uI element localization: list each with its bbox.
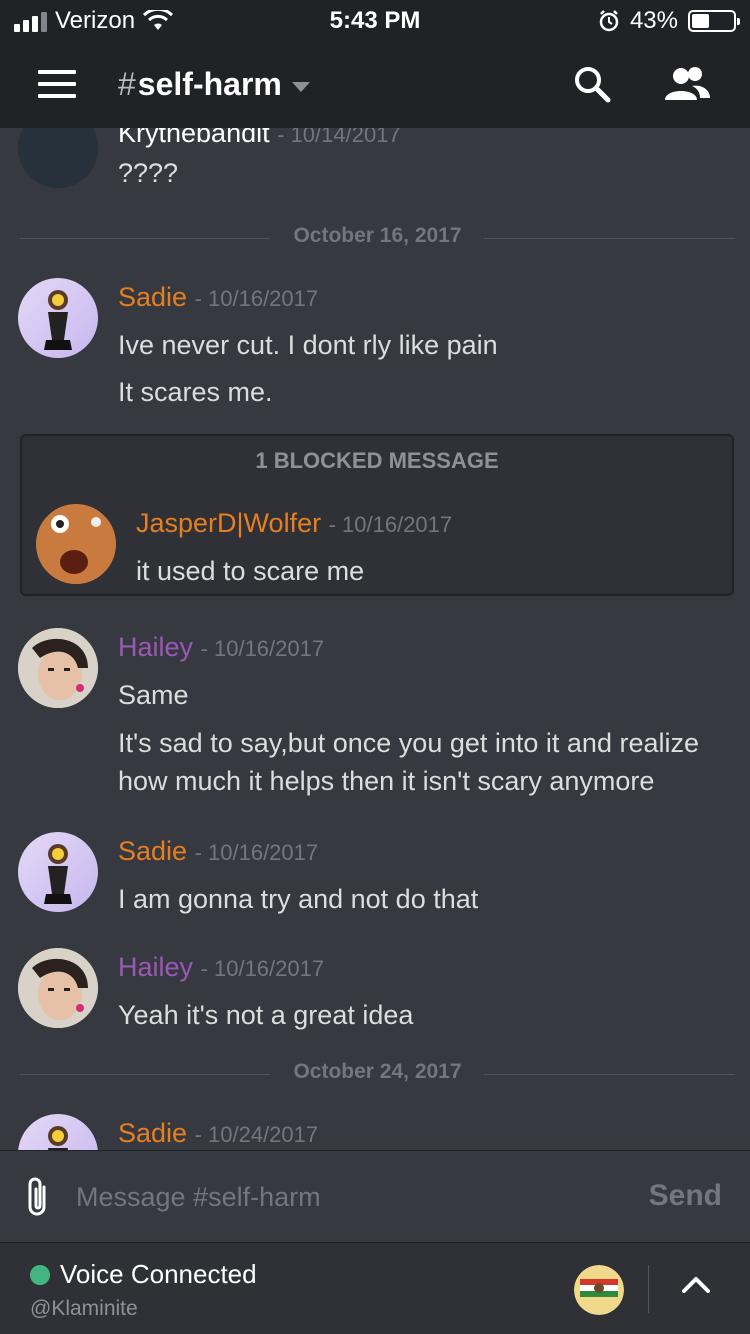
username[interactable]: Hailey - 10/16/2017 [118, 632, 324, 663]
date-label: October 24, 2017 [293, 1060, 462, 1083]
message-input[interactable] [76, 1175, 616, 1219]
message-text: It scares me. [118, 377, 273, 407]
search-icon[interactable] [572, 64, 612, 104]
avatar[interactable] [18, 948, 98, 1028]
username[interactable]: Hailey - 10/16/2017 [118, 952, 324, 983]
channel-header: # self-harm [0, 42, 750, 128]
username-text: Sadie [118, 836, 188, 866]
timestamp: - 10/16/2017 [328, 512, 453, 537]
message-text: it used to scare me [136, 556, 365, 586]
username[interactable]: Sadie - 10/24/2017 [118, 1118, 318, 1149]
menu-icon[interactable] [38, 70, 76, 98]
date-divider: October 16, 2017 [20, 224, 735, 254]
voice-status-bar[interactable]: Voice Connected @Klaminite [0, 1242, 750, 1334]
username-text: Sadie [118, 282, 188, 312]
chevron-up-icon[interactable] [680, 1273, 712, 1297]
username-text: Hailey [118, 632, 194, 662]
date-divider: October 24, 2017 [20, 1060, 735, 1090]
blocked-message-group[interactable]: 1 BLOCKED MESSAGE JasperD|Wolfer - 10/16… [20, 434, 734, 596]
message-list[interactable]: Krythebandit - 10/14/2017 ???? October 1… [0, 128, 750, 1150]
message-text: It's sad to say,but once you get into it… [118, 728, 700, 758]
attachment-icon[interactable] [22, 1175, 54, 1219]
timestamp: - 10/14/2017 [277, 128, 401, 147]
message-composer: Send [0, 1150, 750, 1242]
avatar[interactable] [18, 1114, 98, 1150]
timestamp: - 10/16/2017 [200, 636, 325, 661]
timestamp: - 10/16/2017 [194, 286, 319, 311]
message-text: ???? [118, 158, 179, 188]
blocked-title[interactable]: 1 BLOCKED MESSAGE [22, 448, 732, 474]
chevron-down-icon [291, 81, 310, 92]
message-text: I am gonna try and not do that [118, 884, 479, 914]
avatar[interactable] [18, 832, 98, 912]
username-text: Sadie [118, 1118, 188, 1148]
message-text: how much it helps then it isn't scary an… [118, 766, 655, 796]
message-text: Ive never cut. I dont rly like pain [118, 330, 498, 360]
members-icon[interactable] [662, 64, 712, 104]
divider [648, 1265, 649, 1313]
username-text: Krythebandit [118, 128, 270, 148]
voice-status: Voice Connected [60, 1259, 257, 1289]
battery-icon [688, 10, 740, 32]
avatar[interactable] [18, 128, 98, 188]
avatar[interactable] [18, 628, 98, 708]
avatar[interactable] [18, 278, 98, 358]
username-text: JasperD|Wolfer [136, 508, 322, 538]
avatar[interactable] [36, 504, 116, 584]
username-text: Hailey [118, 952, 194, 982]
voice-channel: @Klaminite [30, 1297, 138, 1320]
username[interactable]: JasperD|Wolfer - 10/16/2017 [136, 508, 452, 539]
timestamp: - 10/16/2017 [194, 840, 319, 865]
timestamp: - 10/24/2017 [194, 1122, 319, 1147]
channel-hash: # [118, 66, 136, 102]
username[interactable]: Krythebandit - 10/14/2017 [118, 128, 401, 149]
username[interactable]: Sadie - 10/16/2017 [118, 282, 318, 313]
username[interactable]: Sadie - 10/16/2017 [118, 836, 318, 867]
message-text: Yeah it's not a great idea [118, 1000, 414, 1030]
status-bar: Verizon 5:43 PM 43% [0, 0, 750, 42]
voice-connected-dot [30, 1265, 50, 1285]
alarm-icon [599, 10, 619, 32]
battery-percent: 43% [629, 7, 678, 34]
avatar[interactable] [574, 1265, 624, 1315]
send-button[interactable]: Send [649, 1179, 722, 1213]
date-label: October 16, 2017 [293, 224, 462, 247]
channel-title[interactable]: # self-harm [118, 66, 310, 103]
message-text: Same [118, 680, 189, 710]
channel-name: self-harm [137, 66, 282, 102]
timestamp: - 10/16/2017 [200, 956, 325, 981]
